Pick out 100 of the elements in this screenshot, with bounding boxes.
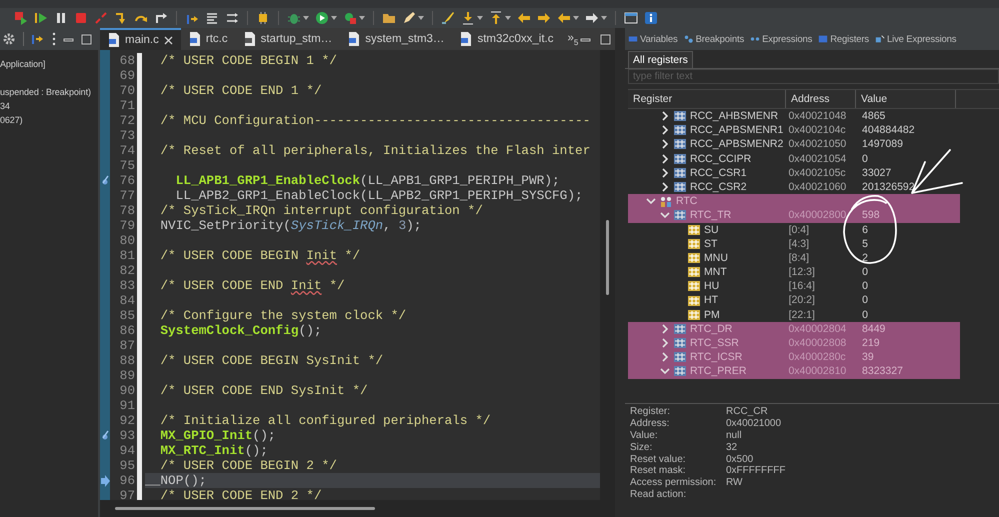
step-return-icon[interactable]: [154, 11, 168, 25]
instruction-step-icon[interactable]: [31, 32, 45, 46]
chevron-icon[interactable]: [660, 154, 670, 164]
view-tab[interactable]: Registers: [817, 32, 870, 46]
download-icon[interactable]: [461, 11, 475, 25]
line-number: 91: [118, 398, 136, 413]
close-icon[interactable]: [164, 36, 173, 44]
caret-icon[interactable]: [359, 16, 365, 20]
step-into-icon[interactable]: [114, 11, 128, 25]
list-icon[interactable]: [205, 11, 219, 25]
arrow-left-icon[interactable]: [557, 11, 571, 25]
view-tab[interactable]: Expressions: [749, 32, 814, 46]
chevron-icon[interactable]: [660, 182, 670, 192]
caret-icon[interactable]: [303, 16, 309, 20]
arrow-right-icon[interactable]: [585, 11, 599, 25]
editor-tab[interactable]: main.c: [100, 28, 181, 50]
skip-icon[interactable]: [14, 11, 28, 25]
editor-tab[interactable]: system_stm3…: [340, 28, 452, 50]
code-line: /* USER CODE BEGIN Init */: [159, 248, 362, 263]
register-address: [12:3]: [788, 265, 816, 280]
gear-icon[interactable]: [2, 32, 16, 46]
register-value: 4865: [861, 109, 886, 124]
caret-icon[interactable]: [477, 16, 483, 20]
binary-grid-icon: [688, 266, 700, 278]
file-icon: [108, 33, 120, 47]
caret-icon[interactable]: [418, 16, 424, 20]
tool-icon[interactable]: [343, 11, 357, 25]
chevron-icon[interactable]: [660, 168, 670, 178]
debug-tree-item[interactable]: 34: [0, 99, 98, 113]
detail-value: 0x40021000: [726, 418, 782, 430]
window-icon[interactable]: [624, 11, 638, 25]
resume-icon[interactable]: [34, 11, 48, 25]
chevron-icon[interactable]: [660, 125, 670, 136]
arrows-icon[interactable]: [225, 11, 239, 25]
maximize-icon[interactable]: [81, 34, 92, 44]
info-icon[interactable]: [644, 11, 658, 25]
register-row[interactable]: RCC_CCIPR 0x40021054 0: [628, 152, 960, 166]
line-number: 92: [118, 413, 136, 428]
line-number: 69: [118, 68, 136, 83]
column-header[interactable]: Value: [856, 90, 956, 108]
register-address: 0x40021050: [787, 137, 848, 152]
scrollbar-thumb[interactable]: [606, 220, 609, 295]
register-row[interactable]: MNT [12:3] 0: [628, 265, 960, 280]
subtab[interactable]: All registers: [628, 51, 693, 68]
chevron-icon[interactable]: [660, 111, 670, 122]
register-address: 0x40002804: [787, 322, 848, 336]
register-value: 219: [861, 336, 881, 350]
register-row[interactable]: RCC_CSR1 0x4002105c 33027: [628, 166, 960, 180]
editor-tab[interactable]: rtc.c: [180, 28, 236, 50]
editor-tab[interactable]: stm32c0xx_it.c: [452, 28, 562, 50]
caret-icon[interactable]: [505, 16, 511, 20]
register-name: RCC_CSR2: [690, 180, 747, 194]
caret-icon[interactable]: [601, 16, 607, 20]
register-address: 0x4000280c: [787, 350, 847, 364]
brush-icon[interactable]: [441, 11, 455, 25]
register-row[interactable]: PM [22:1] 0: [628, 308, 960, 322]
arrow-left-icon[interactable]: [517, 11, 531, 25]
register-name: MNU: [704, 250, 728, 266]
register-row[interactable]: SU [0:4] 6: [628, 222, 960, 237]
caret-icon[interactable]: [573, 16, 579, 20]
binary-grid-icon: [674, 166, 686, 179]
pause-icon[interactable]: [54, 11, 68, 25]
register-row[interactable]: HU [16:4] 0: [628, 279, 960, 294]
chevron-icon[interactable]: [660, 139, 670, 150]
detail-label: Register:: [630, 406, 672, 418]
debug-tree-item[interactable]: Application]: [0, 57, 98, 71]
folder-icon[interactable]: [382, 11, 396, 25]
debug-tree-item[interactable]: uspended : Breakpoint): [0, 85, 98, 99]
column-header[interactable]: Address: [786, 90, 856, 108]
debug-tree-item[interactable]: 0627): [0, 113, 98, 127]
upload-icon[interactable]: [489, 11, 503, 25]
maximize-icon[interactable]: [600, 34, 611, 44]
arrow-right-icon[interactable]: [537, 11, 551, 25]
register-name: RTC_ICSR: [690, 350, 742, 364]
more-icon[interactable]: [52, 32, 56, 46]
scrollbar-thumb[interactable]: [115, 507, 375, 510]
code-line: /* USER CODE BEGIN SysInit */: [159, 353, 384, 368]
register-row[interactable]: RCC_AHBSMENR 0x40021048 4865: [628, 109, 960, 124]
column-header[interactable]: Register: [628, 90, 786, 108]
detail-value: RCC_CR: [726, 406, 768, 418]
run-icon[interactable]: [315, 11, 329, 25]
register-row[interactable]: MNU [8:4] 2: [628, 250, 960, 266]
view-tab[interactable]: Breakpoints: [682, 32, 746, 46]
detail-value: 0xFFFFFFFF: [726, 465, 786, 478]
view-tab[interactable]: Variables: [627, 32, 679, 46]
caret-icon[interactable]: [331, 16, 337, 20]
register-row[interactable]: RCC_APBSMENR2 0x40021050 1497089: [628, 137, 960, 152]
register-row[interactable]: RCC_CSR2 0x40021060 201326592: [628, 180, 960, 194]
editor-tab[interactable]: startup_stm…: [236, 28, 340, 50]
code-line: /* MCU Configuration------------------------------------: [159, 113, 592, 128]
chip-icon[interactable]: [256, 11, 270, 25]
binary-grid-icon: [688, 252, 700, 264]
bug-icon[interactable]: [287, 11, 301, 25]
register-value: 8323327: [861, 364, 904, 379]
register-value: 6: [861, 222, 869, 237]
view-tab[interactable]: Live Expressions: [874, 32, 958, 46]
register-row[interactable]: RCC_APBSMENR1 0x4002104c 404884482: [628, 123, 960, 138]
register-row[interactable]: ST [4:3] 5: [628, 236, 960, 251]
pen-icon[interactable]: [402, 11, 416, 25]
register-row[interactable]: HT [20:2] 0: [628, 293, 960, 308]
